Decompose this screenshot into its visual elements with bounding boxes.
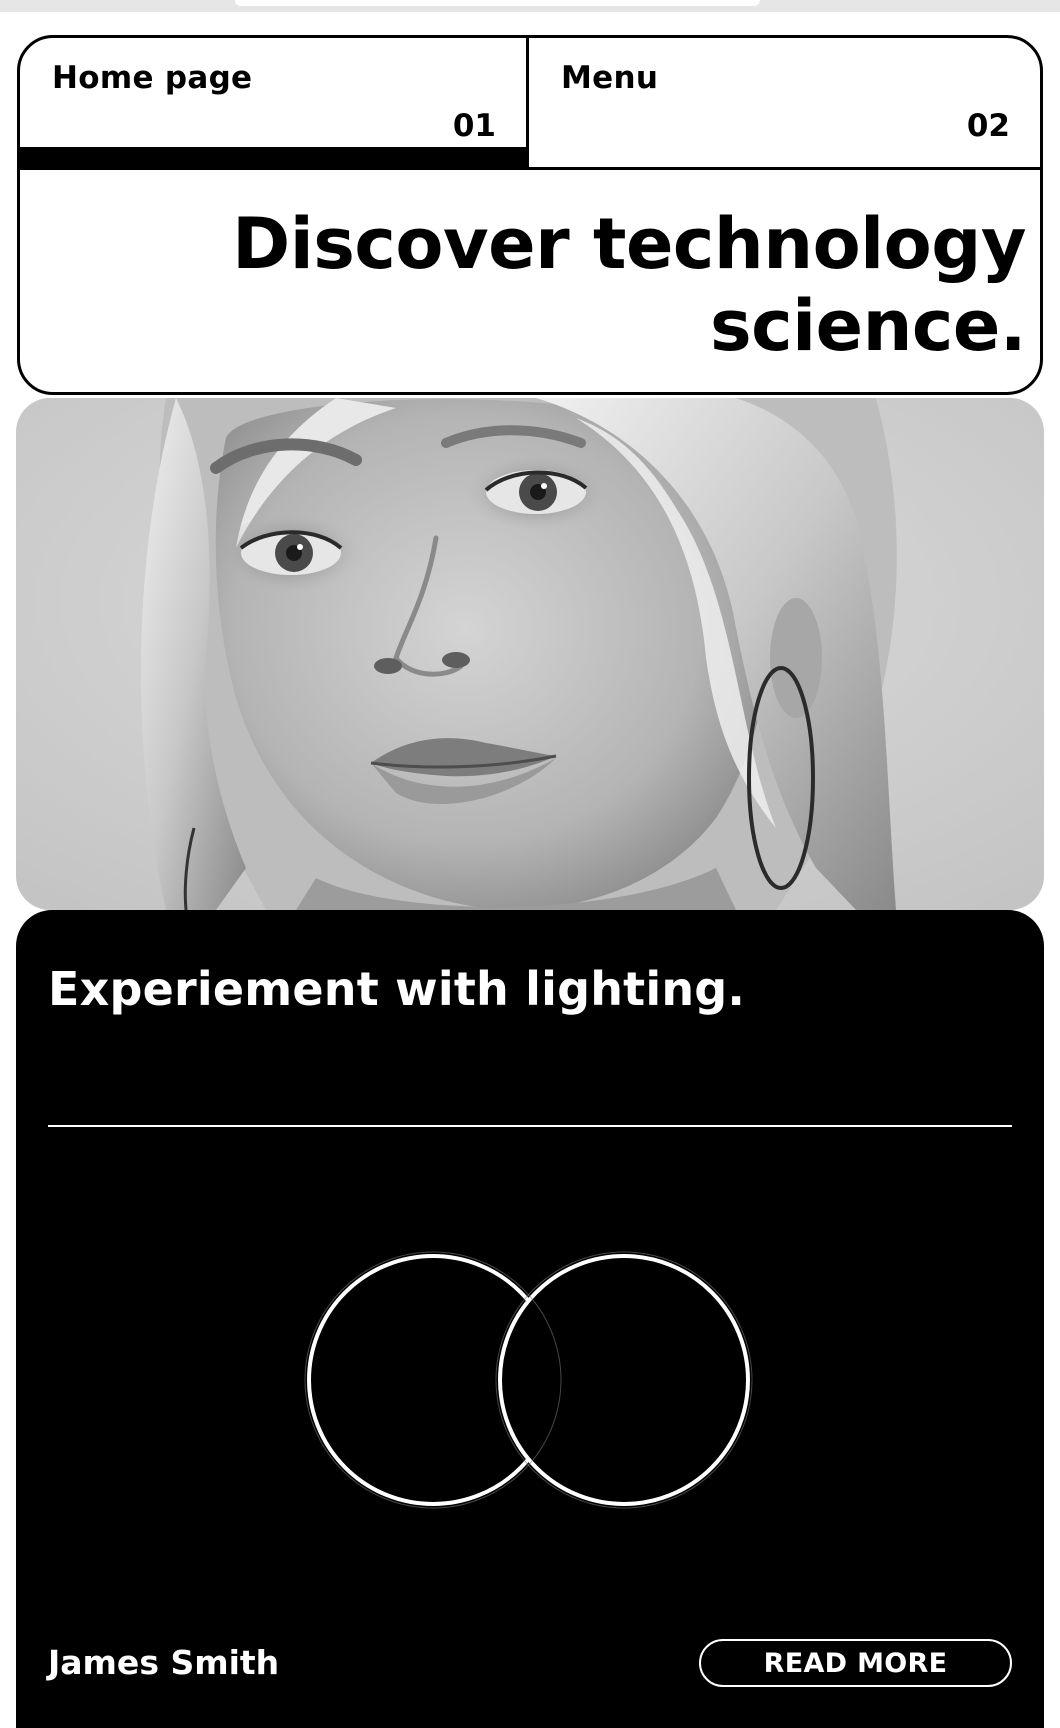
read-more-button[interactable]: READ MORE bbox=[699, 1639, 1012, 1687]
card-title: Experiement with lighting. bbox=[48, 962, 746, 1016]
page-title-line-1: Discover technology bbox=[232, 203, 1026, 285]
nav-item-label: Home page bbox=[52, 60, 253, 96]
nav-item-home[interactable]: Home page 01 bbox=[20, 38, 529, 167]
author-name: James Smith bbox=[48, 1643, 280, 1682]
page-title-line-2: science. bbox=[709, 285, 1027, 367]
header-card: Home page 01 Menu 02 Discover technology… bbox=[17, 35, 1043, 395]
nav-item-menu[interactable]: Menu 02 bbox=[529, 38, 1040, 167]
nav-item-number: 02 bbox=[966, 108, 1010, 144]
browser-address-pill bbox=[235, 0, 760, 6]
nav-item-number: 01 bbox=[452, 108, 496, 144]
card-divider bbox=[48, 1125, 1012, 1127]
browser-top-bar bbox=[0, 0, 1060, 12]
nav-item-label: Menu bbox=[561, 60, 659, 96]
two-overlapping-rings-icon bbox=[304, 1251, 753, 1509]
top-nav: Home page 01 Menu 02 bbox=[20, 38, 1040, 170]
portrait-photo bbox=[16, 398, 1044, 910]
page-title: Discover technology science. bbox=[232, 203, 1026, 367]
portrait-photo-image bbox=[16, 398, 1044, 910]
article-card: Experiement with lighting. James Smith R… bbox=[16, 910, 1044, 1728]
